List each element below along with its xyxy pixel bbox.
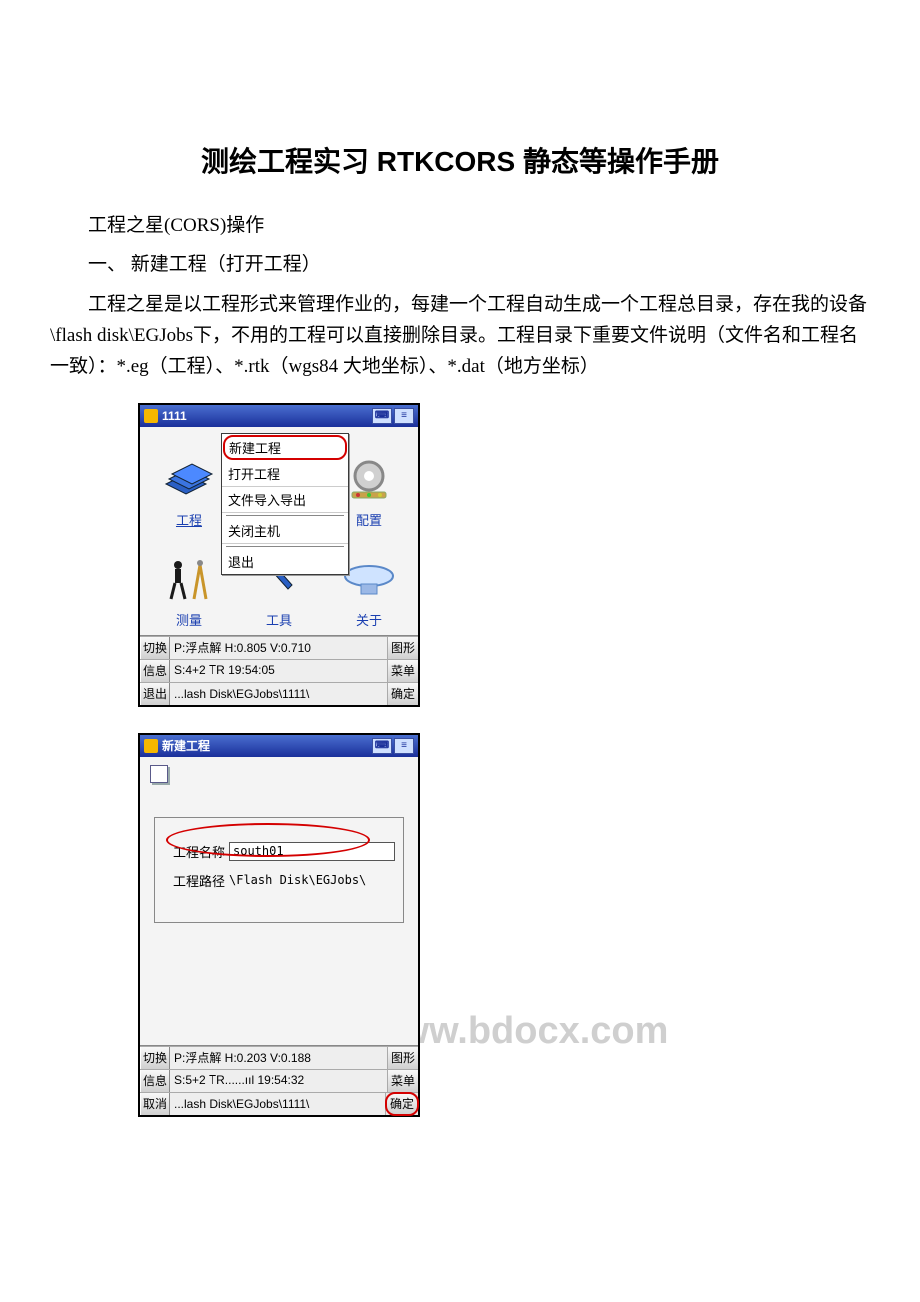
window-titlebar: 新建工程 ⌨ ≡	[140, 735, 418, 757]
menu-exit[interactable]: 退出	[222, 549, 348, 574]
screenshot-new-project: 新建工程 ⌨ ≡ 工程名称 south01 工程路径 \Flash Disk\E…	[138, 733, 420, 1117]
status-graph-button[interactable]: 图形	[388, 637, 418, 659]
paragraph-2: 一、 新建工程（打开工程）	[50, 249, 870, 280]
status-ok-button[interactable]: 确定	[385, 1092, 419, 1116]
status-path-cell: ...lash Disk\EGJobs\1111\	[170, 683, 388, 705]
window-title: 1111	[162, 409, 370, 423]
project-path-value: \Flash Disk\EGJobs\	[229, 873, 395, 887]
grid-project-label: 工程	[176, 510, 202, 533]
status-info-button[interactable]: 信息	[140, 660, 170, 682]
surveyor-icon	[164, 550, 214, 610]
status-bar: 切换 P:浮点解 H:0.805 V:0.710 图形 信息 S:4+2 ⟙R …	[140, 635, 418, 705]
status-sat-time-cell: S:4+2 ⟙R 19:54:05	[170, 660, 388, 682]
grid-survey-label: 测量	[176, 610, 202, 633]
gear-icon	[346, 450, 392, 510]
project-path-label: 工程路径	[163, 871, 225, 890]
menu-close-host[interactable]: 关闭主机	[222, 518, 348, 544]
grid-about-label: 关于	[356, 610, 382, 633]
project-name-label: 工程名称	[163, 842, 225, 861]
books-icon	[162, 450, 216, 510]
window-menu-icon[interactable]: ≡	[394, 408, 414, 424]
status-menu-button[interactable]: 菜单	[388, 1070, 418, 1092]
status-solution-cell: P:浮点解 H:0.805 V:0.710	[170, 637, 388, 659]
status-graph-button[interactable]: 图形	[388, 1047, 418, 1069]
status-info-button[interactable]: 信息	[140, 1070, 170, 1092]
grid-tools-label: 工具	[266, 610, 292, 633]
menu-open-project[interactable]: 打开工程	[222, 461, 348, 487]
status-ok-button[interactable]: 确定	[388, 683, 418, 705]
app-icon	[144, 409, 158, 423]
window-menu-icon[interactable]: ≡	[394, 738, 414, 754]
status-bar: 切换 P:浮点解 H:0.203 V:0.188 图形 信息 S:5+2 ⟙R.…	[140, 1045, 418, 1115]
screenshot-main-menu: www.bdocx.com 1111 ⌨ ≡ 新建工程 打开工程 文件导入导出 …	[138, 403, 420, 707]
new-project-panel: 工程名称 south01 工程路径 \Flash Disk\EGJobs\	[154, 817, 404, 923]
main-menu-grid: 新建工程 打开工程 文件导入导出 关闭主机 退出	[140, 427, 418, 635]
copy-icon[interactable]	[150, 765, 168, 783]
status-cancel-button[interactable]: 取消	[140, 1093, 170, 1115]
window-titlebar: 1111 ⌨ ≡	[140, 405, 418, 427]
window-keyboard-icon[interactable]: ⌨	[372, 738, 392, 754]
status-switch-button[interactable]: 切换	[140, 1047, 170, 1069]
status-path-cell: ...lash Disk\EGJobs\1111\	[170, 1093, 386, 1115]
project-dropdown-menu[interactable]: 新建工程 打开工程 文件导入导出 关闭主机 退出	[221, 433, 349, 575]
window-title: 新建工程	[162, 737, 370, 754]
paragraph-3: 工程之星是以工程形式来管理作业的，每建一个工程自动生成一个工程总目录，存在我的设…	[50, 289, 870, 383]
status-switch-button[interactable]: 切换	[140, 637, 170, 659]
status-menu-button[interactable]: 菜单	[388, 660, 418, 682]
project-name-input[interactable]: south01	[229, 842, 395, 861]
menu-separator	[226, 515, 344, 516]
status-sat-time-cell: S:5+2 ⟙R......ııl 19:54:32	[170, 1070, 388, 1092]
window-keyboard-icon[interactable]: ⌨	[372, 408, 392, 424]
status-exit-button[interactable]: 退出	[140, 683, 170, 705]
menu-new-project[interactable]: 新建工程	[223, 435, 347, 460]
menu-separator	[226, 546, 344, 547]
grid-config-label: 配置	[356, 510, 382, 533]
paragraph-1: 工程之星(CORS)操作	[50, 210, 870, 241]
app-icon	[144, 739, 158, 753]
document-title: 测绘工程实习 RTKCORS 静态等操作手册	[50, 140, 870, 180]
status-solution-cell: P:浮点解 H:0.203 V:0.188	[170, 1047, 388, 1069]
device-icon	[341, 550, 397, 610]
menu-import-export[interactable]: 文件导入导出	[222, 487, 348, 513]
